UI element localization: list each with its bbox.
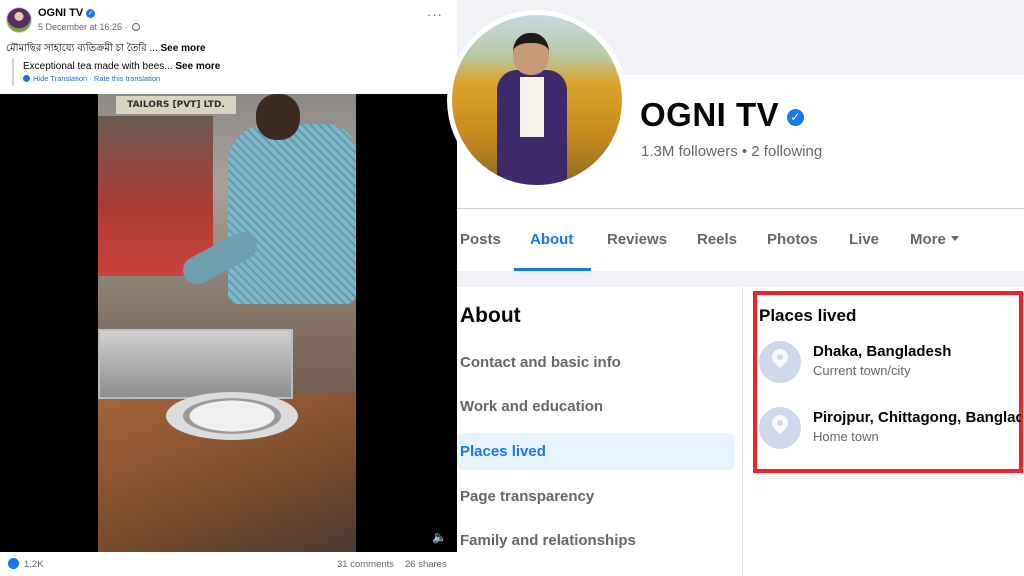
more-options-icon[interactable]: ··· [427, 8, 443, 21]
post-text: মৌমাছির সাহায্যে ব্যতিক্রমী চা তৈরি ... … [6, 41, 206, 58]
translated-see-more-link[interactable]: See more [175, 61, 220, 72]
about-item-places[interactable]: Places lived [457, 433, 735, 470]
post-footer: 1.2K 31 comments 26 shares [0, 552, 457, 576]
about-heading: About [460, 304, 521, 327]
post-header: OGNI TV ✓ 5 December at 16:25 · ··· [0, 0, 457, 40]
tab-more-label: More [910, 231, 946, 248]
author-name-row: OGNI TV ✓ [38, 7, 96, 19]
video-frame: TAILORS [PVT] LTD. [98, 94, 356, 552]
about-sidebar: About Contact and basic info Work and ed… [457, 287, 742, 576]
stats-separator: • [737, 143, 752, 160]
about-item-work[interactable]: Work and education [457, 388, 735, 425]
like-reaction-icon[interactable] [8, 558, 19, 569]
place-name[interactable]: Dhaka, Bangladesh [813, 343, 951, 360]
see-more-link[interactable]: See more [161, 43, 206, 54]
tab-posts[interactable]: Posts [460, 231, 501, 248]
profile-page: OGNI TV ✓ 1.3M followers • 2 following Po… [447, 0, 1024, 576]
profile-figure-shirt [520, 77, 544, 137]
place-name[interactable]: Pirojpur, Chittagong, Bangladesh [813, 409, 1021, 426]
vendor-head [256, 94, 300, 140]
facebook-post: OGNI TV ✓ 5 December at 16:25 · ··· মৌমাছ… [0, 0, 457, 576]
page-title: OGNI TV ✓ [640, 96, 805, 134]
about-item-family[interactable]: Family and relationships [457, 522, 735, 559]
tab-reviews[interactable]: Reviews [607, 231, 667, 248]
author-name[interactable]: OGNI TV [38, 7, 83, 19]
location-pin-icon [759, 341, 801, 383]
caret-down-icon [950, 236, 959, 241]
plate-image [166, 392, 298, 440]
location-pin-icon [759, 407, 801, 449]
tab-photos[interactable]: Photos [767, 231, 818, 248]
rate-translation-link[interactable]: Rate this translation [94, 74, 160, 83]
tray-image [98, 329, 293, 399]
link-separator: · [89, 74, 92, 83]
verified-badge-icon: ✓ [787, 109, 805, 126]
tab-live[interactable]: Live [849, 231, 879, 248]
page-name-text: OGNI TV [640, 96, 780, 133]
hide-translation-link[interactable]: Hide Translation [33, 74, 87, 83]
place-entry-content: Dhaka, Bangladesh Current town/city [759, 341, 1021, 385]
places-heading: Places lived [759, 306, 857, 325]
gear-icon [23, 75, 30, 82]
shares-count[interactable]: 26 shares [405, 559, 447, 570]
volume-mute-icon[interactable]: 🔈 [432, 530, 447, 544]
profile-tabs: Posts About Reviews Reels Photos Live Mo… [457, 209, 1024, 271]
translation-links: Hide Translation · Rate this translation [23, 74, 442, 83]
translated-text-row: Exceptional tea made with bees... See mo… [23, 61, 442, 72]
verified-badge-icon: ✓ [86, 9, 96, 18]
place-entry-content: Pirojpur, Chittagong, Bangladesh Home to… [759, 407, 1021, 451]
followers-link[interactable]: 1.3M followers [641, 143, 738, 160]
comments-count[interactable]: 31 comments [337, 559, 394, 570]
follower-stats: 1.3M followers • 2 following [641, 143, 822, 160]
author-avatar[interactable] [6, 7, 32, 33]
profile-picture[interactable] [452, 15, 622, 185]
following-link[interactable]: 2 following [751, 143, 822, 160]
tab-more[interactable]: More [910, 231, 959, 248]
about-item-contact[interactable]: Contact and basic info [457, 344, 735, 381]
pin-dot [777, 354, 783, 360]
post-timestamp[interactable]: 5 December at 16:25 [38, 22, 122, 32]
globe-icon [132, 23, 141, 31]
pin-dot [777, 420, 783, 426]
shopfront-image [98, 116, 213, 276]
profile-figure-head [513, 33, 549, 75]
place-entry[interactable]: Pirojpur, Chittagong, Bangladesh Home to… [759, 407, 1021, 451]
shop-sign: TAILORS [PVT] LTD. [116, 96, 236, 114]
places-section: Places lived Dhaka, Bangladesh Current t… [743, 287, 1024, 576]
translation-block: Exceptional tea made with bees... See mo… [12, 58, 442, 86]
about-item-transparency[interactable]: Page transparency [457, 478, 735, 515]
tab-about[interactable]: About [530, 231, 573, 248]
vendor-figure [228, 124, 356, 304]
tabs-bottom-gap [457, 271, 1024, 287]
dot-separator: · [124, 22, 128, 32]
tab-reels[interactable]: Reels [697, 231, 737, 248]
place-entry[interactable]: Dhaka, Bangladesh Current town/city [759, 341, 1019, 385]
place-type: Home town [813, 429, 879, 444]
post-meta: 5 December at 16:25 · [38, 22, 141, 32]
translated-text: Exceptional tea made with bees... [23, 61, 173, 72]
post-original-text: মৌমাছির সাহায্যে ব্যতিক্রমী চা তৈরি ... [6, 43, 158, 54]
video-player[interactable]: TAILORS [PVT] LTD. 🔈 [0, 94, 457, 552]
place-type: Current town/city [813, 363, 911, 378]
reactions-count[interactable]: 1.2K [24, 559, 44, 570]
